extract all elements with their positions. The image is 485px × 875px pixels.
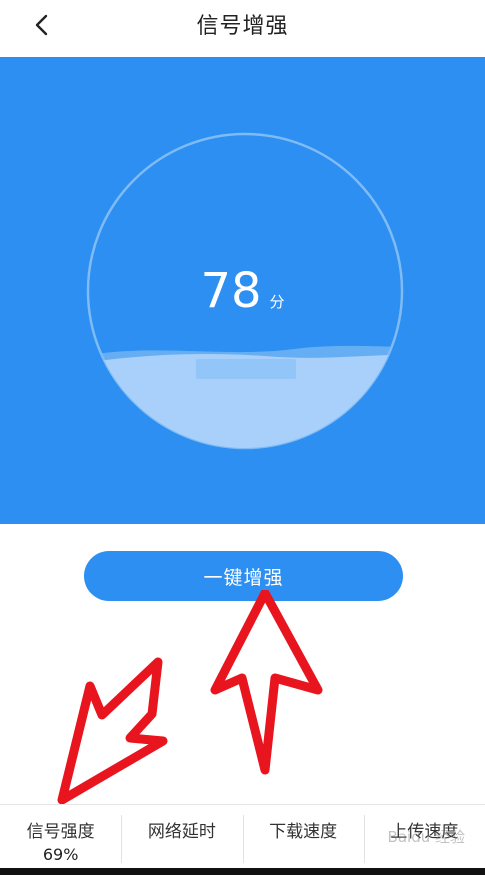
top-bar: 信号增强 bbox=[0, 0, 485, 56]
down-left-arrow-annotation bbox=[57, 657, 168, 805]
one-key-boost-button[interactable]: 一键增强 bbox=[84, 551, 403, 601]
annotation-arrows bbox=[57, 590, 323, 805]
score-value: 78 bbox=[200, 263, 262, 319]
stat-value: 69% bbox=[42, 845, 79, 864]
stat-label: 下载速度 bbox=[269, 822, 338, 842]
score-unit: 分 bbox=[269, 293, 285, 311]
bottom-edge bbox=[0, 868, 485, 875]
page-title: 信号增强 bbox=[196, 14, 289, 39]
signal-panel: 78 分 bbox=[0, 57, 485, 524]
stat-label: 网络延时 bbox=[147, 822, 216, 842]
stat-download-speed: 下载速度 bbox=[242, 805, 364, 867]
watermark-logo: Baidu 经验 bbox=[387, 828, 465, 846]
stat-network-latency: 网络延时 bbox=[121, 805, 242, 867]
score-display: 78 分 bbox=[0, 263, 485, 319]
stat-signal-strength: 信号强度 69% bbox=[0, 805, 121, 867]
blurred-label bbox=[196, 359, 296, 379]
stat-label: 信号强度 bbox=[26, 822, 95, 842]
up-arrow-annotation bbox=[210, 590, 323, 775]
